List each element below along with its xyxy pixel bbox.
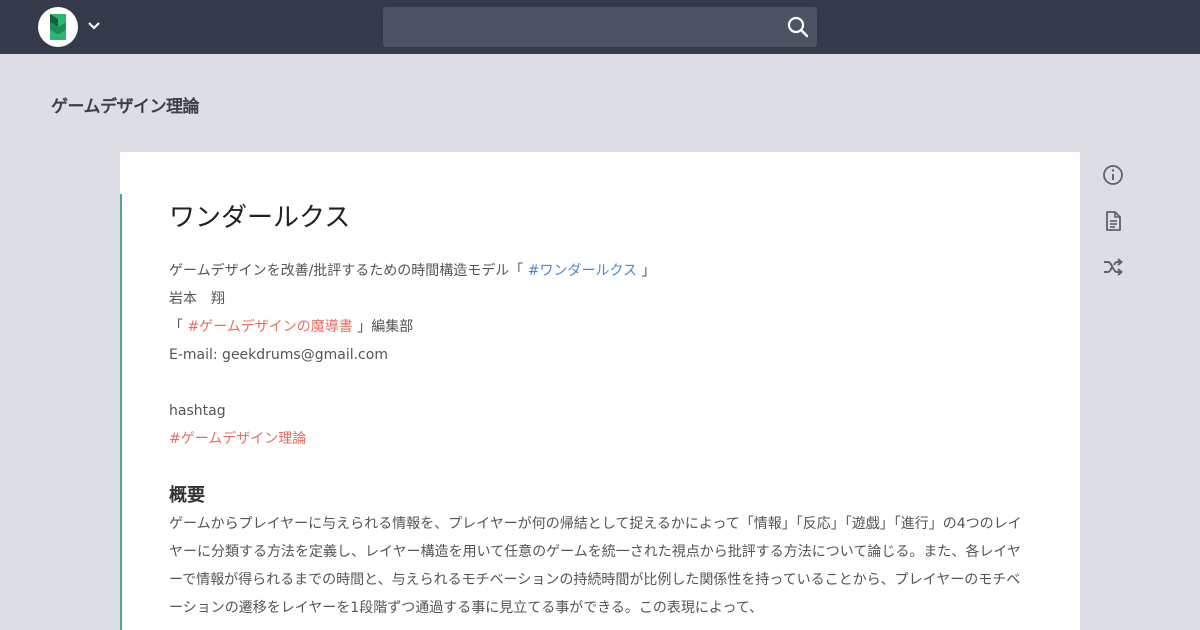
intro-line: ゲームデザインを改善/批評するための時間構造モデル「 #ワンダールクス 」 xyxy=(169,257,656,285)
summary-paragraph: ゲームからプレイヤーに与えられる情報を、プレイヤーが何の帰結として捉えるかによっ… xyxy=(169,516,1022,616)
search-box xyxy=(383,7,817,47)
intro-suffix: 」 xyxy=(637,263,656,279)
author-line: 岩本 翔 xyxy=(169,291,225,307)
top-navbar xyxy=(0,0,1200,54)
grimoire-link[interactable]: #ゲームデザインの魔導書 xyxy=(187,319,352,335)
scrapbox-logo-icon[interactable] xyxy=(38,7,78,47)
hashtag-label: hashtag xyxy=(169,403,226,419)
search-icon[interactable] xyxy=(787,16,809,38)
publication-prefix: 「 xyxy=(169,319,188,335)
info-icon[interactable] xyxy=(1100,162,1126,188)
page-text-icon[interactable] xyxy=(1100,208,1126,234)
section-heading: 概要 xyxy=(169,485,205,506)
shuffle-icon[interactable] xyxy=(1100,254,1126,280)
wonderlux-link[interactable]: #ワンダールクス xyxy=(528,263,637,279)
hashtag-link[interactable]: #ゲームデザイン理論 xyxy=(169,425,306,453)
cursor-line-indicator xyxy=(120,194,122,630)
search-input[interactable] xyxy=(383,7,773,47)
publication-suffix: 」編集部 xyxy=(352,319,414,335)
publication-line: 「 #ゲームデザインの魔導書 」編集部 xyxy=(169,313,413,341)
intro-text: ゲームデザインを改善/批評するための時間構造モデル「 xyxy=(169,263,528,279)
email-line: E-mail: geekdrums@gmail.com xyxy=(169,347,388,363)
project-title[interactable]: ゲームデザイン理論 xyxy=(51,92,200,117)
page-title: ワンダールクス xyxy=(169,203,351,233)
chevron-down-icon[interactable] xyxy=(86,16,102,36)
